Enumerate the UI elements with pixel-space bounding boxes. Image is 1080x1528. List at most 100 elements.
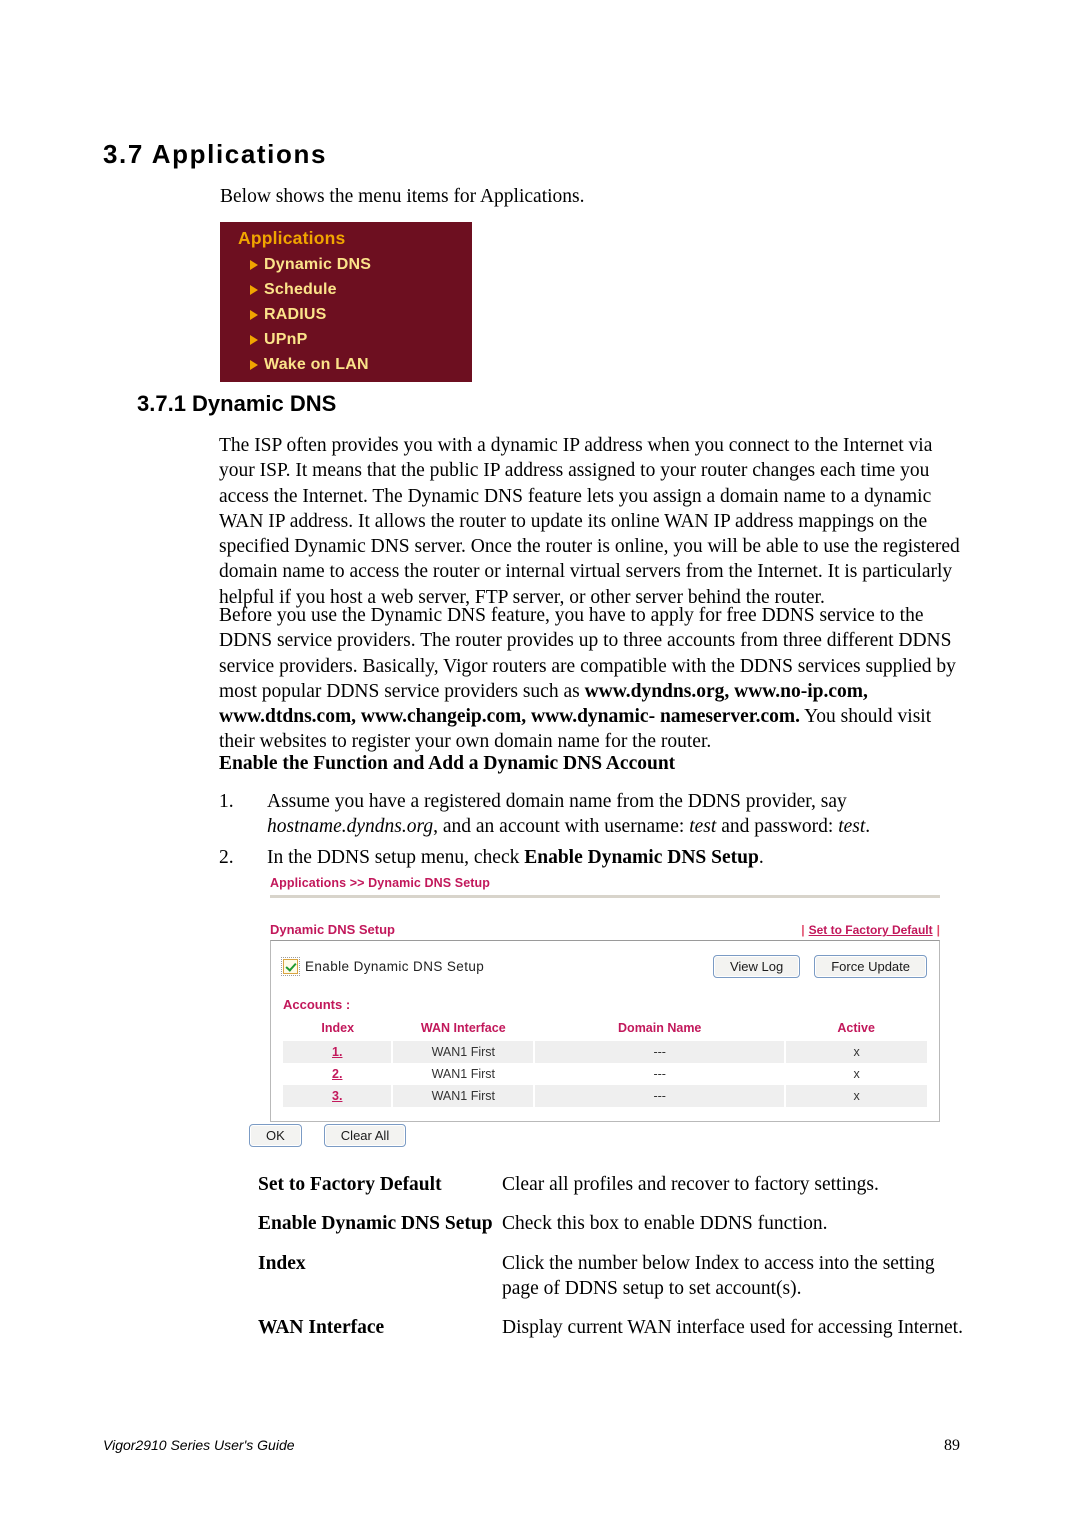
form-submit-buttons: OK Clear All: [249, 1124, 407, 1147]
cell-wan-interface: WAN1 First: [392, 1041, 536, 1063]
cell-active: x: [853, 1067, 860, 1081]
enable-dynamic-dns-label: Enable Dynamic DNS Setup: [305, 958, 485, 974]
enable-row: Enable Dynamic DNS Setup View Log Force …: [281, 951, 927, 981]
section-intro-text: Below shows the menu items for Applicati…: [220, 186, 585, 207]
index-link[interactable]: 1.: [332, 1045, 342, 1059]
paragraph-dynamic-dns-overview: The ISP often provides you with a dynami…: [219, 435, 960, 608]
step-text-part: and password:: [716, 816, 839, 838]
procedure-heading: Enable the Function and Add a Dynamic DN…: [219, 753, 676, 774]
index-link[interactable]: 2.: [332, 1067, 342, 1081]
triangle-right-icon: [250, 259, 258, 270]
definition-row: Index Click the number below Index to ac…: [258, 1251, 973, 1302]
cell-domain-name: ---: [534, 1041, 787, 1063]
cell-index: 2.: [283, 1063, 394, 1085]
menu-item-label: Dynamic DNS: [264, 255, 372, 273]
index-link[interactable]: 3.: [332, 1089, 342, 1103]
enable-dynamic-dns-checkbox[interactable]: [281, 956, 300, 976]
separator-pipe-left: |: [801, 923, 805, 937]
procedure-step-1: 1. Assume you have a registered domain n…: [219, 789, 971, 840]
column-header-domain-name: Domain Name: [618, 1021, 702, 1035]
definition-term: Set to Factory Default: [258, 1174, 442, 1195]
cell-wan-interface: WAN1 First: [392, 1063, 536, 1085]
footer-page-number: 89: [944, 1437, 960, 1454]
step-text-part: .: [865, 816, 871, 838]
step-text-password: test: [838, 816, 866, 838]
set-to-factory-default-link[interactable]: Set to Factory Default: [809, 923, 933, 937]
cell-active: x: [785, 1041, 927, 1063]
accounts-label: Accounts :: [283, 997, 351, 1012]
enable-checkbox-group[interactable]: Enable Dynamic DNS Setup: [281, 956, 485, 976]
table-header-row: Index WAN Interface Domain Name Active: [283, 1018, 927, 1041]
step-text-username: test: [689, 816, 717, 838]
applications-menu-graphic: Applications Dynamic DNS Schedule RADIUS…: [220, 222, 472, 382]
triangle-right-icon: [250, 284, 258, 295]
column-header-wan-interface: WAN Interface: [420, 1021, 506, 1035]
definition-term: WAN Interface: [258, 1317, 385, 1339]
triangle-right-icon: [250, 309, 258, 320]
ok-button[interactable]: OK: [249, 1124, 302, 1147]
cell-domain-name: ---: [534, 1063, 787, 1085]
procedure-step-2: 2. In the DDNS setup menu, check Enable …: [219, 845, 971, 870]
definition-description: Check this box to enable DDNS function.: [502, 1213, 828, 1235]
menu-item-schedule[interactable]: Schedule: [250, 277, 472, 302]
triangle-right-icon: [250, 334, 258, 345]
menu-item-radius[interactable]: RADIUS: [250, 302, 472, 327]
step-text: Assume you have a registered domain name…: [267, 789, 971, 840]
step-number: 1.: [219, 791, 234, 812]
section-heading: 3.7 Applications: [103, 139, 328, 169]
set-to-factory-default-area: | Set to Factory Default |: [801, 923, 940, 937]
dynamic-dns-setup-panel: Enable Dynamic DNS Setup View Log Force …: [270, 940, 940, 1122]
applications-menu-title: Applications: [238, 228, 346, 248]
table-row: 1. WAN1 First --- x: [283, 1041, 927, 1063]
subsection-heading: 3.7.1 Dynamic DNS: [137, 391, 337, 416]
cell-index: 3.: [283, 1085, 394, 1107]
step-text-part: , and an account with username:: [433, 816, 690, 838]
step-text: In the DDNS setup menu, check Enable Dyn…: [267, 845, 971, 870]
step-text-part: In the DDNS setup menu, check: [267, 847, 525, 868]
definition-row: WAN Interface Display current WAN interf…: [258, 1315, 973, 1340]
breadcrumb: Applications >> Dynamic DNS Setup: [270, 876, 491, 890]
triangle-right-icon: [250, 359, 258, 370]
step-text-hostname: hostname.dyndns.org: [267, 816, 434, 838]
panel-title-row: Dynamic DNS Setup | Set to Factory Defaul…: [270, 922, 940, 940]
view-log-button[interactable]: View Log: [712, 954, 801, 978]
definition-description: Clear all profiles and recover to factor…: [502, 1174, 879, 1195]
step-text-part: Assume you have a registered domain name…: [267, 791, 847, 812]
menu-item-label: Wake on LAN: [264, 355, 369, 373]
definition-row: Enable Dynamic DNS Setup Check this box …: [258, 1211, 973, 1236]
panel-action-buttons: View Log Force Update: [712, 954, 927, 978]
clear-all-button[interactable]: Clear All: [323, 1124, 407, 1147]
step-text-part: .: [758, 847, 764, 868]
definition-term: Enable Dynamic DNS Setup: [258, 1213, 493, 1235]
menu-item-label: RADIUS: [264, 305, 327, 323]
accounts-table: Index WAN Interface Domain Name Active 1…: [283, 1018, 927, 1107]
document-page: 3.7 Applications Below shows the menu it…: [0, 0, 1080, 1528]
step-text-emphasis: Enable Dynamic DNS Setup: [524, 847, 759, 868]
separator-pipe-right: |: [936, 923, 940, 937]
cell-wan-interface: WAN1 First: [392, 1085, 536, 1107]
field-descriptions-list: Set to Factory Default Clear all profile…: [258, 1172, 973, 1354]
column-header-active: Active: [837, 1021, 875, 1035]
step-number: 2.: [219, 847, 234, 868]
menu-item-dynamic-dns[interactable]: Dynamic DNS: [250, 252, 472, 277]
table-row: 2. WAN1 First --- x: [283, 1063, 927, 1085]
panel-title: Dynamic DNS Setup: [270, 922, 395, 937]
definition-term: Index: [258, 1252, 306, 1274]
definition-row: Set to Factory Default Clear all profile…: [258, 1172, 973, 1197]
router-ui-screenshot: Applications >> Dynamic DNS Setup Dynami…: [270, 876, 940, 1122]
cell-active: x: [785, 1085, 927, 1107]
table-row: 3. WAN1 First --- x: [283, 1085, 927, 1107]
menu-item-upnp[interactable]: UPnP: [250, 327, 472, 352]
cell-index: 1.: [283, 1041, 394, 1063]
footer-guide-title: Vigor2910 Series User's Guide: [103, 1437, 295, 1453]
paragraph-ddns-providers: Before you use the Dynamic DNS feature, …: [219, 603, 971, 755]
breadcrumb-divider: [270, 895, 940, 898]
definition-description: Display current WAN interface used for a…: [502, 1317, 963, 1339]
menu-item-wake-on-lan[interactable]: Wake on LAN: [250, 352, 472, 377]
definition-description: Click the number below Index to access i…: [502, 1252, 935, 1299]
menu-item-label: Schedule: [264, 280, 337, 298]
cell-domain-name: ---: [534, 1085, 787, 1107]
force-update-button[interactable]: Force Update: [814, 954, 927, 978]
menu-item-label: UPnP: [264, 330, 308, 348]
column-header-index: Index: [321, 1021, 355, 1035]
